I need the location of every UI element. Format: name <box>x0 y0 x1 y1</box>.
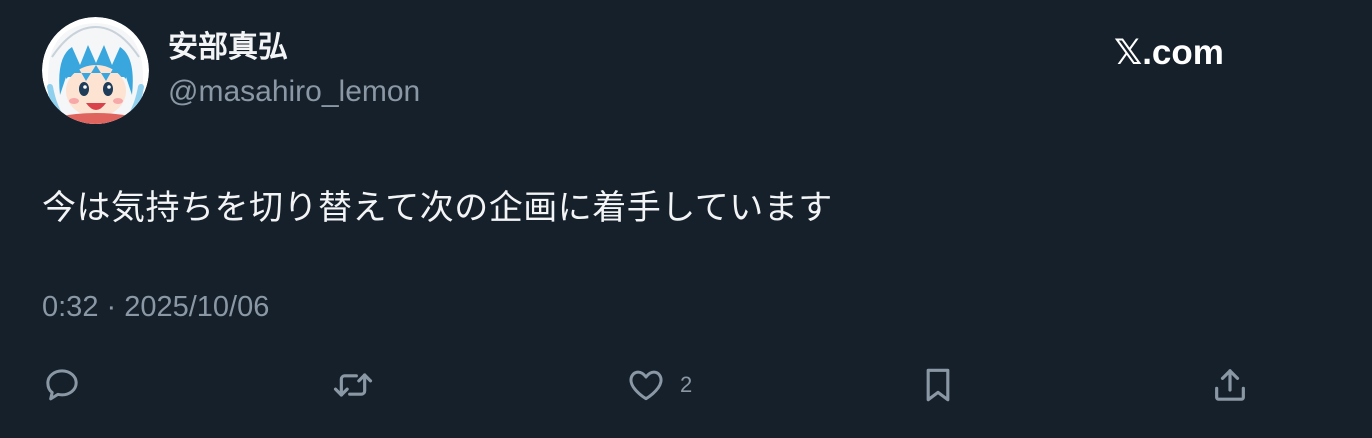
repost-arrows-icon <box>333 373 373 397</box>
share-button[interactable] <box>1210 365 1250 405</box>
avatar-image <box>42 17 149 124</box>
share-upload-icon <box>1215 369 1245 401</box>
x-logo: 𝕏.com <box>1114 33 1224 72</box>
heart-icon <box>629 370 663 401</box>
author-handle[interactable]: @masahiro_lemon <box>168 72 420 112</box>
post-text: 今は気持ちを切り替えて次の企画に着手しています <box>42 189 833 227</box>
like-button[interactable]: 2 <box>626 365 692 405</box>
bookmark-icon <box>926 368 950 402</box>
like-count: 2 <box>680 372 693 397</box>
bookmark-button[interactable] <box>920 365 956 405</box>
post-timestamp[interactable]: 0:32 · 2025/10/06 <box>42 288 269 326</box>
speech-bubble-icon <box>46 369 78 401</box>
reply-button[interactable] <box>42 365 82 405</box>
author-display-name[interactable]: 安部真弘 <box>168 28 288 68</box>
avatar[interactable] <box>42 17 149 124</box>
repost-button[interactable] <box>331 365 375 405</box>
